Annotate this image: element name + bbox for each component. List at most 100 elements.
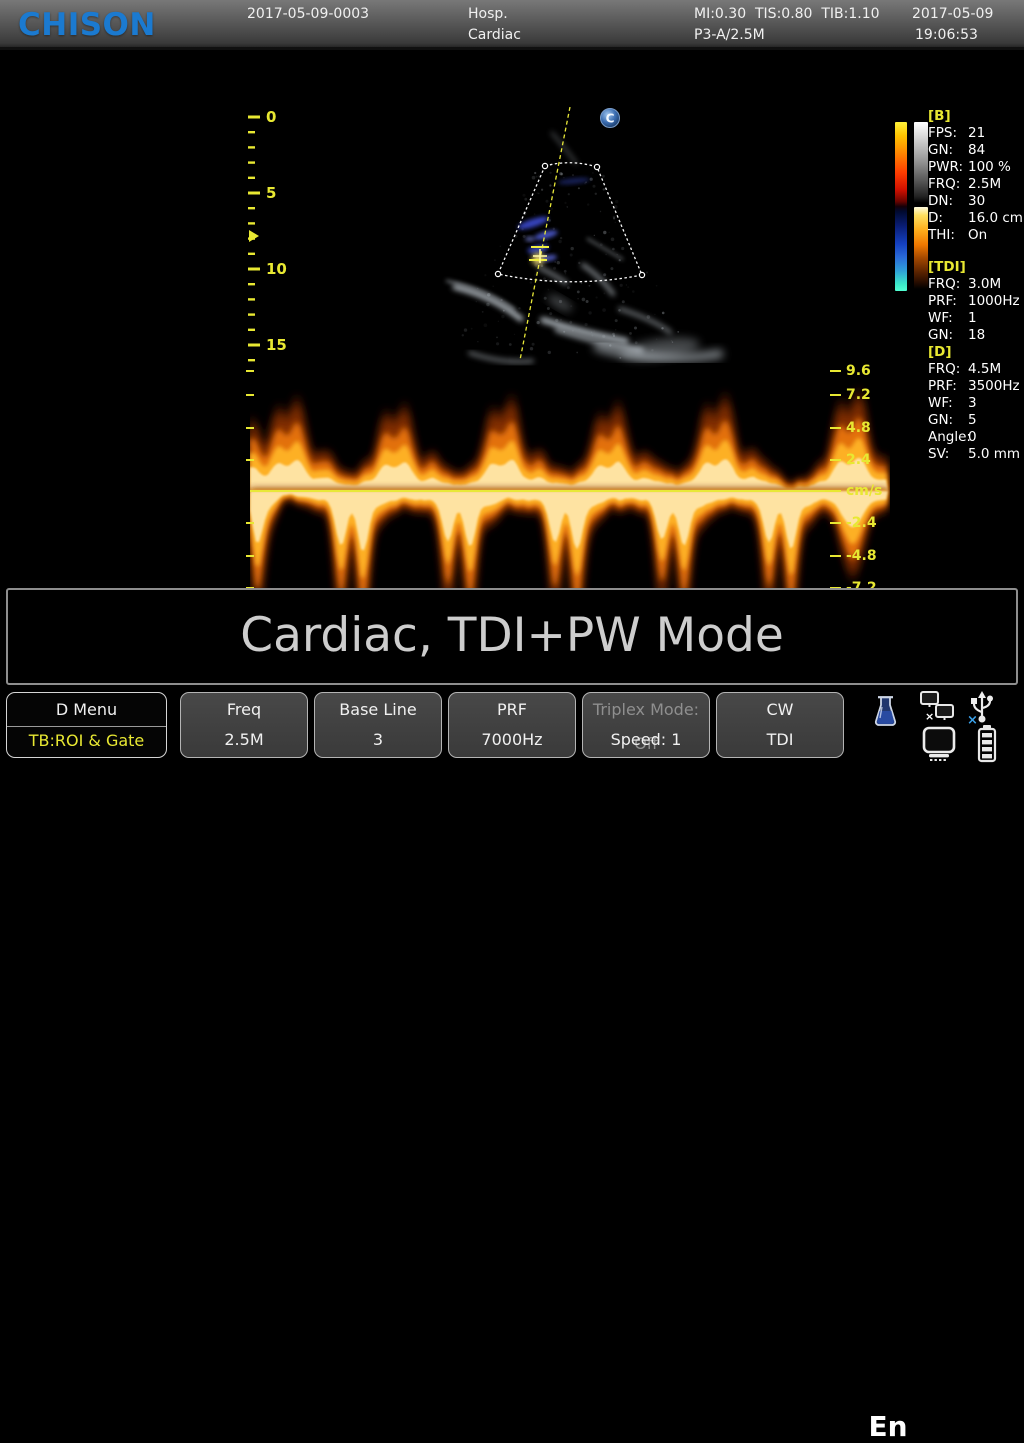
param-label: PRF: — [928, 378, 968, 395]
param-row: FRQ:4.5M — [928, 361, 1024, 378]
param-label: WF: — [928, 395, 968, 412]
param-row: WF:3 — [928, 395, 1024, 412]
param-group-header: [TDI] — [928, 259, 1024, 276]
param-value: 84 — [968, 142, 985, 158]
param-label: SV: — [928, 446, 968, 463]
roi-handle[interactable] — [639, 272, 644, 277]
param-row: WF:1 — [928, 310, 1024, 327]
depth-label: 5 — [266, 184, 276, 202]
param-value: 30 — [968, 193, 985, 209]
depth-label: 0 — [266, 108, 276, 126]
param-label: D: — [928, 210, 968, 227]
menu-button-title: PRF — [449, 693, 575, 726]
beaker-icon — [872, 694, 900, 728]
param-row: FPS:21 — [928, 125, 1024, 142]
depth-label: 10 — [266, 260, 287, 278]
param-value: 5.0 mm — [968, 446, 1020, 462]
menu-button-value: TB:ROI & Gate — [7, 727, 166, 758]
ultrasound-screen: CHISON 2017-05-09-0003 Hosp. Cardiac MI:… — [0, 0, 1024, 768]
menu-button-title: Triplex Mode: Off — [583, 693, 709, 726]
menu-button-prf[interactable]: PRF 7000Hz — [448, 692, 576, 758]
velocity-label: 2.4 — [846, 452, 871, 468]
velocity-label: cm/s — [846, 483, 882, 499]
hospital-label: Hosp. — [468, 6, 508, 22]
menu-button-value: Speed: 1 — [583, 726, 709, 757]
param-value: 21 — [968, 125, 985, 141]
roi-handle[interactable] — [594, 164, 599, 169]
usb-icon: × — [966, 689, 996, 725]
time-display: 19:06:53 — [915, 27, 978, 43]
roi-handle[interactable] — [542, 163, 547, 168]
param-value: 4.5M — [968, 361, 1001, 377]
param-row: PWR:100 % — [928, 159, 1024, 176]
top-bar: CHISON 2017-05-09-0003 Hosp. Cardiac MI:… — [0, 0, 1024, 50]
menu-button-title: Freq — [181, 693, 307, 726]
param-label: PWR: — [928, 159, 968, 176]
menu-button-triplex[interactable]: Triplex Mode: Off Speed: 1 — [582, 692, 710, 758]
param-label: FRQ: — [928, 361, 968, 378]
safety-indices: MI:0.30 TIS:0.80 TIB:1.10 — [694, 6, 880, 22]
param-label: FRQ: — [928, 276, 968, 293]
softkey-menu-bar: D Menu TB:ROI & Gate Freq 2.5M Base Line… — [0, 686, 1024, 768]
roi-handle[interactable] — [495, 271, 500, 276]
param-value: 16.0 cm — [968, 210, 1023, 226]
velocity-label: 7.2 — [846, 387, 871, 403]
param-row: DN:30 — [928, 193, 1024, 210]
param-label: PRF: — [928, 293, 968, 310]
param-row: FRQ:3.0M — [928, 276, 1024, 293]
param-value: 2.5M — [968, 176, 1001, 192]
language-indicator[interactable]: En — [864, 1410, 912, 1443]
param-label: GN: — [928, 142, 968, 159]
date-display: 2017-05-09 — [912, 6, 993, 22]
parameter-panel: [B]FPS:21GN:84PWR:100 %FRQ:2.5MDN:30D:16… — [928, 108, 1024, 463]
menu-button-freq[interactable]: Freq 2.5M — [180, 692, 308, 758]
param-value: 3500Hz — [968, 378, 1020, 394]
focus-marker — [249, 230, 259, 242]
ultrasound-display: C051015L9.67.24.82.4cm/s-2.4-4.8-7.2-9.6 — [0, 107, 1024, 635]
chison-logo: CHISON — [18, 7, 156, 43]
mode-message-box: Cardiac, TDI+PW Mode — [6, 588, 1018, 685]
svg-text:C: C — [606, 112, 615, 126]
menu-button-title: CW — [717, 693, 843, 726]
menu-button-base-line[interactable]: Base Line 3 — [314, 692, 442, 758]
param-row: THI:On — [928, 227, 1024, 244]
param-group-header: [D] — [928, 344, 1024, 361]
velocity-label: 4.8 — [846, 420, 871, 436]
grayscale-bar — [914, 122, 928, 203]
probe-label: P3-A/2.5M — [694, 27, 765, 43]
menu-button-value: TDI — [717, 726, 843, 757]
menu-button-cw[interactable]: CW TDI — [716, 692, 844, 758]
param-value: 18 — [968, 327, 985, 343]
imaging-area: C051015L9.67.24.82.4cm/s-2.4-4.8-7.2-9.6… — [0, 53, 1024, 585]
svg-text:×: × — [925, 710, 934, 723]
param-label: THI: — [928, 227, 968, 244]
param-label: FRQ: — [928, 176, 968, 193]
monitor-icon — [921, 726, 957, 762]
velocity-label: 9.6 — [846, 363, 871, 379]
network-disconnected-icon: × — [919, 691, 955, 723]
param-value: 100 % — [968, 159, 1011, 175]
menu-button-value: 7000Hz — [449, 726, 575, 757]
tdi-color-flow — [517, 176, 591, 262]
menu-button-title: Base Line — [315, 693, 441, 726]
param-row: SV:5.0 mm — [928, 446, 1024, 463]
param-label: GN: — [928, 412, 968, 429]
param-row: GN:5 — [928, 412, 1024, 429]
param-value: On — [968, 227, 987, 243]
param-row: D:16.0 cm — [928, 210, 1024, 227]
param-value: 3.0M — [968, 276, 1001, 292]
param-row: GN:18 — [928, 327, 1024, 344]
menu-button-value: 3 — [315, 726, 441, 757]
param-label: DN: — [928, 193, 968, 210]
param-row: PRF:3500Hz — [928, 378, 1024, 395]
velocity-label: -2.4 — [846, 515, 877, 531]
param-label: Angle: — [928, 429, 968, 446]
menu-button-title: D Menu — [7, 693, 166, 727]
battery-icon — [975, 724, 999, 764]
param-row: GN:84 — [928, 142, 1024, 159]
c-orientation-marker: C — [601, 109, 620, 128]
param-value: 5 — [968, 412, 977, 428]
menu-button-d-menu[interactable]: D Menu TB:ROI & Gate — [6, 692, 167, 758]
tdi-colormap-bar — [895, 122, 907, 291]
study-type: Cardiac — [468, 27, 521, 43]
